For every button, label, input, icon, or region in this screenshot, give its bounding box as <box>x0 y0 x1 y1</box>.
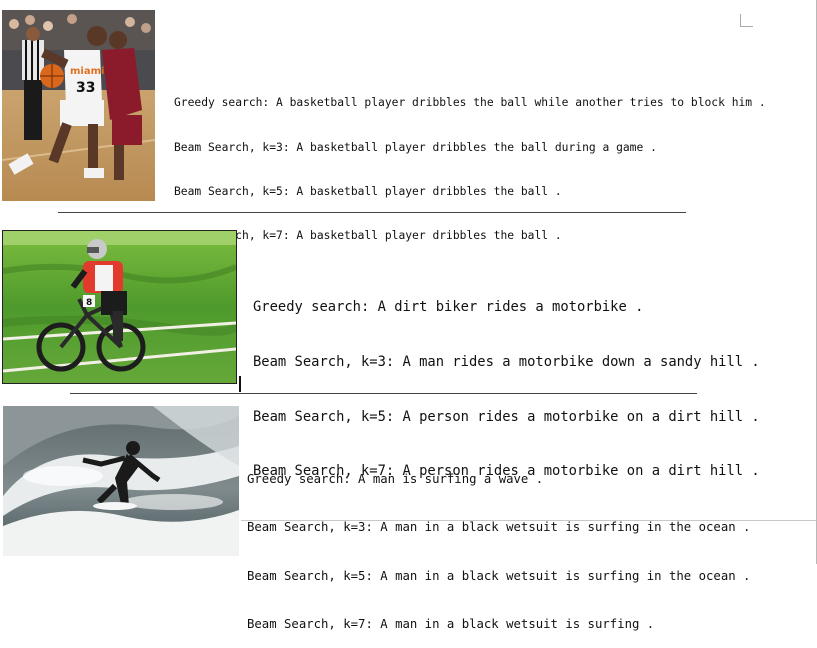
divider-2 <box>70 393 697 394</box>
caption-beam-k3: Beam Search, k=3: A man rides a motorbik… <box>253 354 760 371</box>
jersey-number: 33 <box>76 80 95 96</box>
surfing-photo <box>3 406 239 556</box>
page-bottom-rule <box>241 520 816 521</box>
caption-beam-k3: Beam Search, k=3: A man in a black wetsu… <box>247 520 751 535</box>
caption-beam-k7: Beam Search, k=7: A man in a black wetsu… <box>247 617 655 632</box>
caption-beam-k3: Beam Search, k=3: A basketball player dr… <box>174 140 657 154</box>
caption-group-surfing: Greedy search: A man is surfing a wave .… <box>247 439 750 648</box>
caption-greedy: Greedy search: A basketball player dribb… <box>174 96 766 110</box>
basketball-photo: miami 33 <box>2 10 155 201</box>
bike-number: 8 <box>86 298 92 308</box>
text-cursor <box>239 376 241 392</box>
caption-group-basketball: Greedy search: A basketball player dribb… <box>174 67 766 258</box>
jersey-text: miami <box>70 66 104 77</box>
divider-1 <box>58 212 686 213</box>
caption-beam-k5: Beam Search, k=5: A man in a black wetsu… <box>247 568 751 583</box>
caption-greedy: Greedy search: A man is surfing a wave . <box>247 472 544 487</box>
caption-beam-k5: Beam Search, k=5: A basketball player dr… <box>174 184 562 198</box>
caption-greedy: Greedy search: A dirt biker rides a moto… <box>253 299 644 316</box>
motorbike-photo: 8 <box>2 230 237 384</box>
caption-beam-k5: Beam Search, k=5: A person rides a motor… <box>253 408 760 425</box>
corner-mark <box>740 14 753 27</box>
caption-beam-k7: Beam Search, k=7: A basketball player dr… <box>174 228 562 242</box>
